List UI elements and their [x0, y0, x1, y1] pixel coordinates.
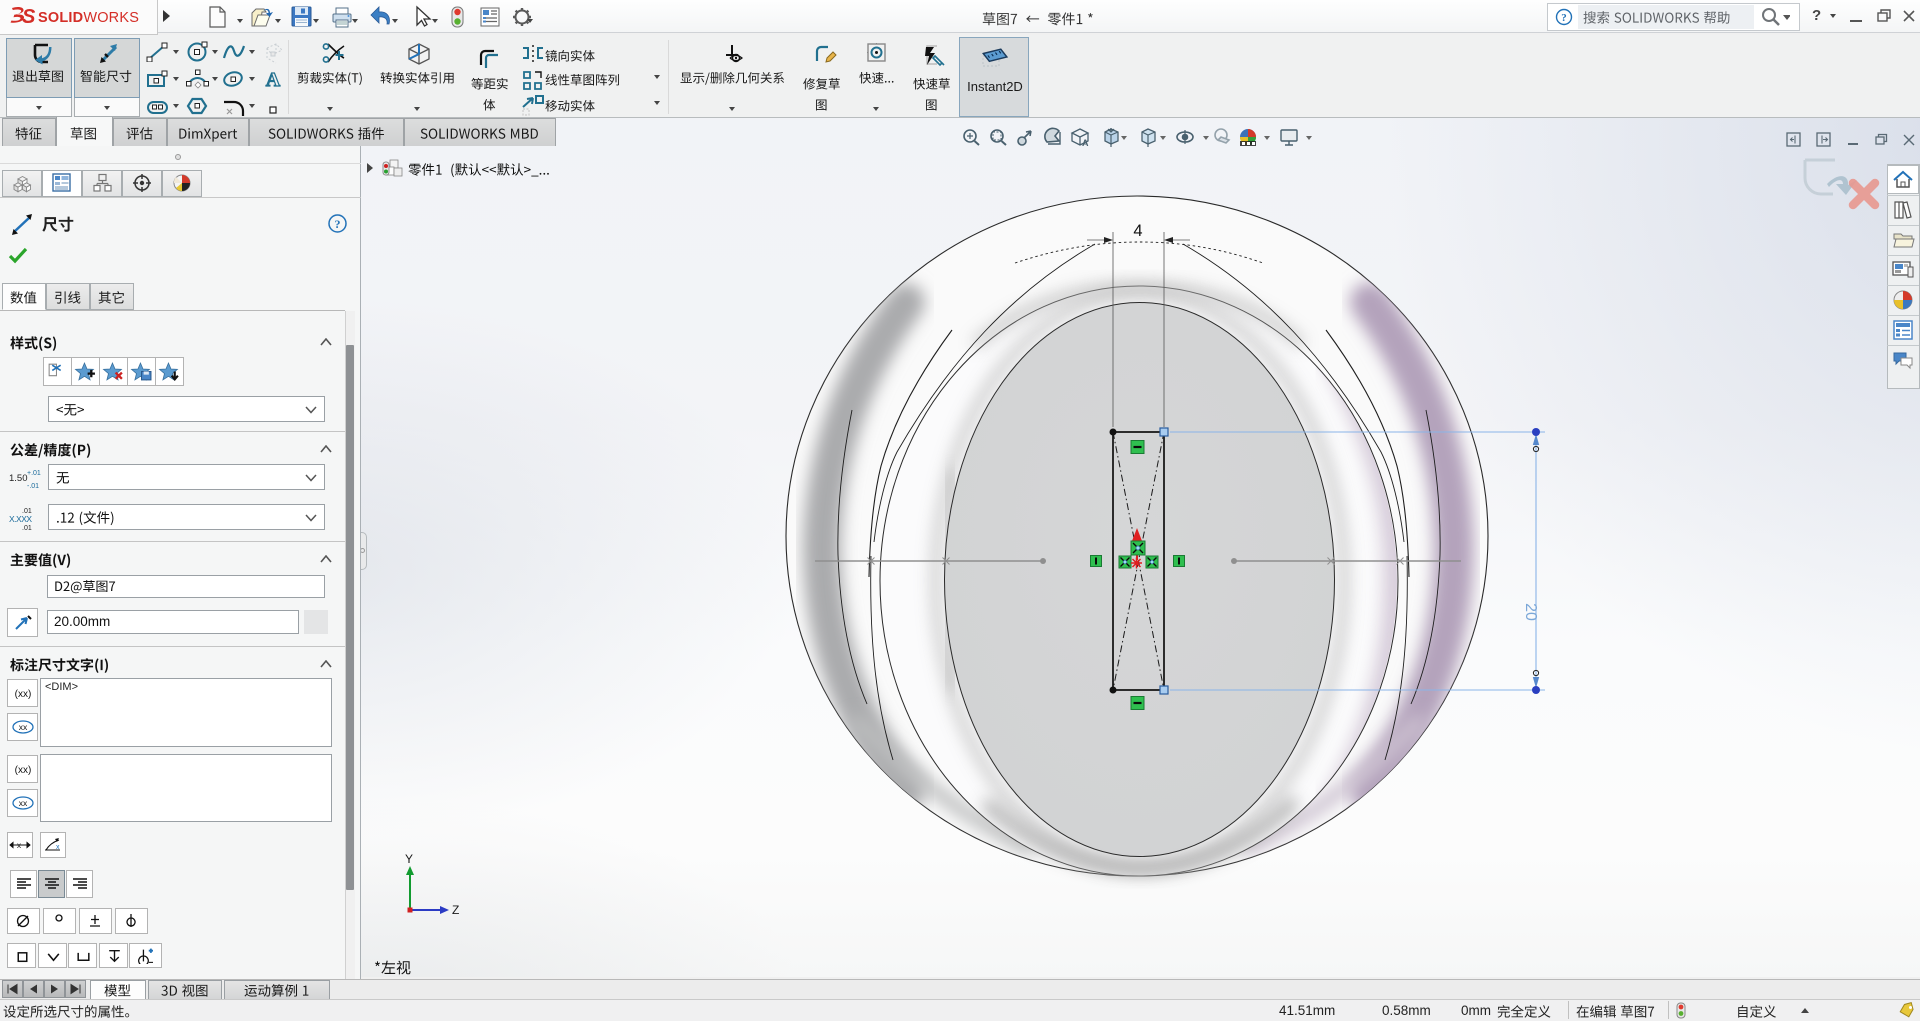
svg-text:X.XXX: X.XXX [9, 514, 32, 524]
svg-text:S: S [22, 6, 36, 28]
svg-text:-.01: -.01 [27, 483, 39, 490]
svg-text:Y: Y [405, 852, 413, 866]
svg-text:xx: xx [19, 798, 28, 808]
svg-text:+.01: +.01 [27, 470, 41, 477]
svg-text:A: A [1082, 138, 1089, 148]
svg-text:4: 4 [1133, 222, 1142, 240]
svg-text:SOLIDWORKS: SOLIDWORKS [38, 10, 139, 26]
svg-text:(xx): (xx) [15, 765, 32, 776]
svg-text:xx: xx [19, 722, 28, 732]
svg-text:?: ? [1561, 12, 1567, 24]
svg-text:?: ? [335, 217, 341, 231]
svg-text:Z: Z [452, 903, 459, 917]
svg-text:(xx): (xx) [15, 689, 32, 700]
svg-text:20: 20 [1522, 603, 1539, 621]
svg-text:1.50: 1.50 [9, 473, 28, 484]
svg-text:x: x [56, 844, 60, 851]
svg-text:.01: .01 [22, 525, 32, 532]
svg-text:A: A [266, 69, 281, 90]
svg-text:x: x [17, 841, 21, 850]
